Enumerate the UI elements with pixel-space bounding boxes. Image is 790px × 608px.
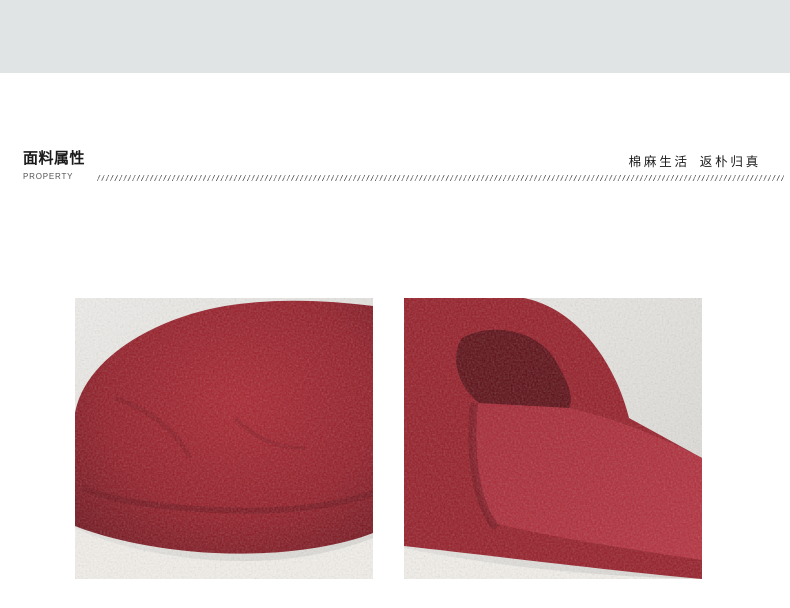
section-subtitle: PROPERTY: [23, 172, 74, 181]
product-photo-toe: [75, 298, 373, 579]
product-photo-side: [404, 298, 702, 579]
section-title: 面料属性: [23, 149, 86, 167]
slogan-part-2: 返朴归真: [699, 154, 761, 169]
slogan-part-1: 棉麻生活: [628, 154, 690, 169]
hatched-divider: [96, 175, 784, 181]
slogan: 棉麻生活 返朴归真: [629, 151, 761, 170]
top-banner-band: [0, 0, 790, 73]
